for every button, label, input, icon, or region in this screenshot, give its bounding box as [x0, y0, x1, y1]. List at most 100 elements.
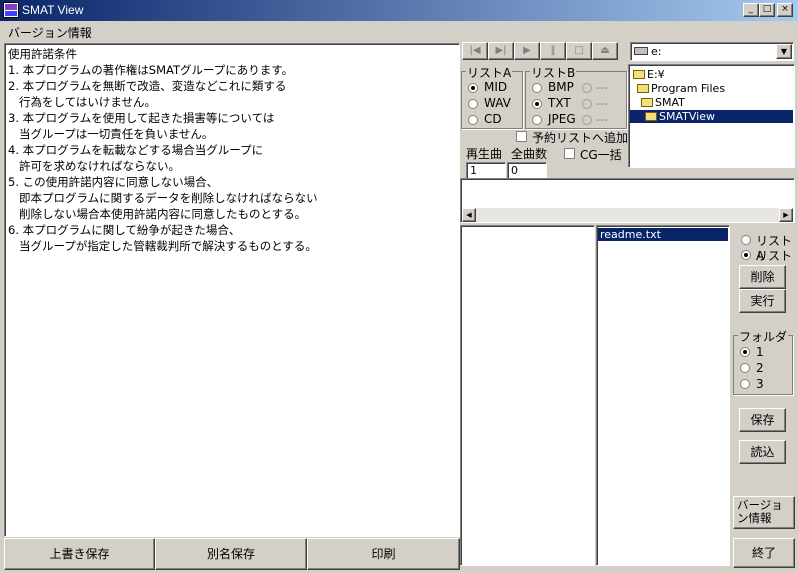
execute-button[interactable]: 実行 — [739, 289, 786, 313]
radio-disabled — [582, 99, 592, 109]
print-button[interactable]: 印刷 — [307, 538, 460, 570]
license-line: 許可を求めなければならない。 — [8, 159, 180, 173]
play-number-field[interactable]: 1 — [466, 162, 506, 179]
overwrite-save-button[interactable]: 上書き保存 — [4, 538, 155, 570]
chevron-down-icon[interactable]: ▼ — [776, 44, 792, 59]
scroll-left-icon[interactable]: ◀ — [462, 208, 476, 222]
license-line: 即本プログラムに関するデータを削除しなければならない — [8, 191, 318, 205]
license-line: 5. この使用許諾内容に同意しない場合、 — [8, 175, 219, 189]
title-bar[interactable]: SMAT View _ □ × — [0, 0, 798, 21]
radio-folder-3[interactable] — [740, 379, 750, 389]
radio-jpeg-label: JPEG — [548, 112, 576, 126]
total-number-field[interactable]: 0 — [507, 162, 547, 179]
folder-tree[interactable]: E:¥ Program Files SMAT SMATView — [628, 64, 795, 168]
menu-version-info[interactable]: バージョン情報 — [8, 24, 92, 41]
next-icon: ▶| — [495, 45, 507, 56]
minimize-button[interactable]: _ — [743, 3, 759, 17]
dash-label: --- — [596, 97, 608, 110]
cg-all-checkbox[interactable] — [564, 148, 575, 159]
tree-item-smatview[interactable]: SMATView — [630, 110, 793, 123]
next-track-button[interactable]: ▶| — [488, 42, 514, 60]
pause-icon: ‖ — [550, 45, 556, 56]
radio-folder-2-label: 2 — [756, 361, 764, 375]
total-label: 全曲数 — [511, 147, 548, 161]
play-label: 再生曲 — [466, 147, 503, 161]
exit-button[interactable]: 終了 — [733, 538, 795, 568]
tree-item-root[interactable]: E:¥ — [633, 68, 665, 81]
delete-button[interactable]: 削除 — [739, 265, 786, 289]
eject-button[interactable]: ⏏ — [592, 42, 618, 60]
folder-icon — [637, 84, 649, 93]
license-line: 行為をしてはいけません。 — [8, 95, 157, 109]
radio-folder-1[interactable] — [740, 347, 750, 357]
list-b-group: リストB BMP --- TXT --- JPEG --- — [525, 64, 627, 129]
folder-open-icon — [645, 112, 657, 121]
close-button[interactable]: × — [777, 3, 793, 17]
save-as-button[interactable]: 別名保存 — [155, 538, 307, 570]
stop-button[interactable]: □ — [566, 42, 592, 60]
tree-item-smat[interactable]: SMAT — [641, 96, 685, 109]
radio-wav-label: WAV — [484, 96, 511, 110]
license-line: 4. 本プログラムを転載などする場合当グループに — [8, 143, 264, 157]
license-line: 削除しない場合本使用許諾内容に同意したものとする。 — [8, 207, 307, 221]
folder-label: フォルダ — [738, 328, 789, 345]
list-b-label: リストB — [530, 64, 577, 81]
radio-disabled — [582, 115, 592, 125]
prev-track-button[interactable]: |◀ — [462, 42, 488, 60]
version-info-button[interactable]: バージョン情報 — [733, 496, 795, 529]
play-button[interactable]: ▶ — [514, 42, 540, 60]
folder-icon — [633, 70, 645, 79]
app-icon — [3, 2, 19, 18]
radio-cd[interactable] — [468, 115, 478, 125]
drive-value: e: — [651, 45, 662, 58]
file-list[interactable]: readme.txt — [596, 225, 730, 566]
license-line: 当グループが指定した管轄裁判所で解決するものとする。 — [8, 239, 317, 253]
drive-icon — [634, 47, 648, 55]
radio-mid-label: MID — [484, 80, 508, 94]
play-icon: ▶ — [523, 45, 531, 56]
reserve-add-checkbox[interactable] — [516, 131, 527, 142]
radio-bmp[interactable] — [532, 83, 542, 93]
list-a-label: リストA — [466, 64, 513, 81]
pause-button[interactable]: ‖ — [540, 42, 566, 60]
radio-txt[interactable] — [532, 99, 542, 109]
list-a-group: リストA MID WAV CD — [461, 64, 523, 129]
reserve-add-label: 予約リストへ追加 — [532, 131, 629, 145]
tree-item-program-files[interactable]: Program Files — [637, 82, 725, 95]
radio-list-a[interactable] — [741, 235, 751, 245]
license-line: 6. 本プログラムに関して紛争が起きた場合、 — [8, 223, 241, 237]
playlist-box[interactable] — [460, 225, 595, 566]
radio-mid[interactable] — [468, 83, 478, 93]
radio-disabled — [582, 83, 592, 93]
file-list-item[interactable]: readme.txt — [598, 228, 728, 241]
radio-folder-3-label: 3 — [756, 377, 764, 391]
radio-folder-1-label: 1 — [756, 345, 764, 359]
license-line: 3. 本プログラムを使用して起きた損害等については — [8, 111, 275, 125]
radio-txt-label: TXT — [548, 96, 571, 110]
license-line: 当グループは一切責任を負いません。 — [8, 127, 214, 141]
radio-wav[interactable] — [468, 99, 478, 109]
dash-label: --- — [596, 81, 608, 94]
radio-jpeg[interactable] — [532, 115, 542, 125]
load-button[interactable]: 読込 — [739, 440, 786, 464]
license-text-area[interactable]: 使用許諾条件 1. 本プログラムの著作権はSMATグループにあります。 2. 本… — [4, 43, 460, 537]
radio-list-b[interactable] — [741, 250, 751, 260]
radio-folder-2[interactable] — [740, 363, 750, 373]
scroll-right-icon[interactable]: ▶ — [779, 208, 793, 222]
dash-label: --- — [596, 113, 608, 126]
horizontal-scrollbar[interactable]: ◀ ▶ — [462, 208, 793, 222]
window-title: SMAT View — [22, 3, 84, 17]
drive-select[interactable]: e: ▼ — [630, 42, 794, 61]
stop-icon: □ — [574, 45, 584, 56]
folder-icon — [641, 98, 653, 107]
save-button[interactable]: 保存 — [739, 408, 786, 432]
radio-bmp-label: BMP — [548, 80, 574, 94]
prev-icon: |◀ — [469, 45, 481, 56]
license-line: 使用許諾条件 — [8, 47, 77, 61]
maximize-button[interactable]: □ — [759, 3, 775, 17]
cg-all-label: CG一括 — [580, 148, 622, 162]
folder-group: フォルダ 1 2 3 — [733, 328, 793, 395]
menu-bar: バージョン情報 — [0, 21, 798, 41]
radio-cd-label: CD — [484, 112, 502, 126]
license-line: 2. 本プログラムを無断で改造、変造などこれに類する — [8, 79, 287, 93]
